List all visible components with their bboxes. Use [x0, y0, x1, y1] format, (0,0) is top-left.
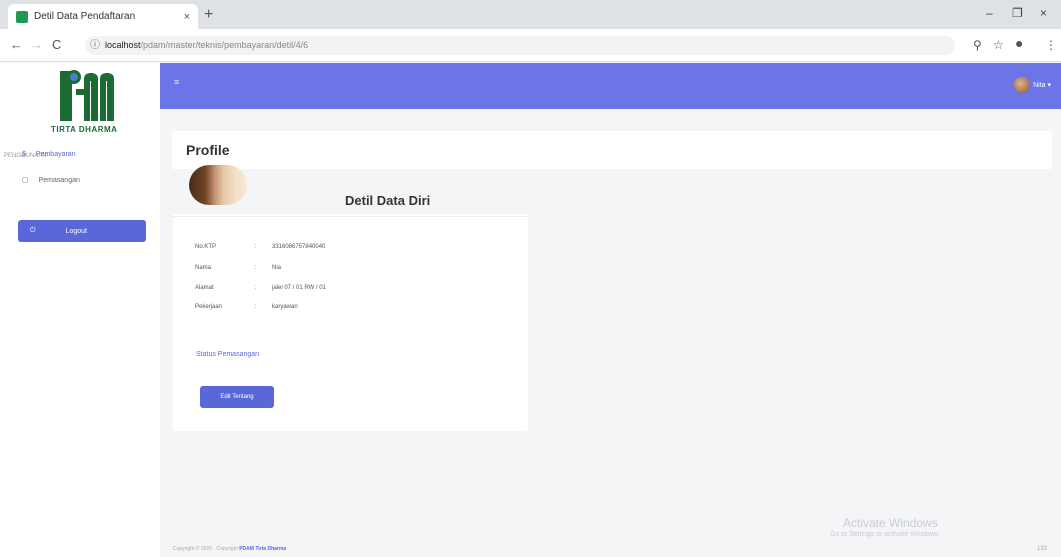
field-colon: : — [255, 304, 257, 310]
field-label: No.KTP — [195, 244, 217, 250]
url-input[interactable]: ⓘ localhost/pdam/master/teknis/pembayara… — [85, 36, 955, 55]
logout-label: Logout — [65, 227, 87, 235]
close-window-button[interactable]: × — [1040, 6, 1047, 20]
logo-text: TIRTA DHARMA — [51, 125, 118, 134]
windows-watermark-subtitle: Go to Settings to activate Windows. — [830, 531, 941, 538]
tab-close-icon[interactable]: × — [184, 11, 190, 23]
reload-icon[interactable]: C — [52, 37, 61, 52]
tab-title: Detil Data Pendaftaran — [34, 11, 136, 22]
footer-brand: PDAM Tirta Dharma — [239, 546, 287, 552]
field-row-pekerjaan: Pekerjaan : karyawan — [195, 304, 298, 310]
new-tab-button[interactable]: + — [204, 6, 213, 24]
sidebar-item-pemasangan[interactable]: ▢ Pemasangan — [0, 169, 160, 191]
edit-button[interactable]: Edit Tentang — [200, 386, 274, 408]
menu-toggle-icon[interactable]: ≡ — [174, 77, 179, 87]
sidebar-item-pembayaran[interactable]: $ Pembayaran — [0, 143, 160, 165]
status-pemasangan-link[interactable]: Status Pemasangan — [196, 351, 259, 358]
field-label: Nama — [195, 265, 212, 271]
windows-watermark-title: Activate Windows — [843, 516, 938, 530]
maximize-button[interactable]: ❐ — [1012, 6, 1023, 20]
browser-address-bar: ← → C ⓘ localhost/pdam/master/teknis/pem… — [0, 29, 1061, 62]
user-menu[interactable]: Nita ▾ — [1014, 77, 1051, 93]
favicon-icon — [16, 10, 28, 23]
document-icon: ▢ — [22, 177, 29, 184]
chevron-down-icon: ▾ — [1045, 82, 1051, 89]
field-colon: : — [255, 265, 257, 271]
browser-tabbar: Detil Data Pendaftaran × + – ❐ × — [0, 0, 1061, 29]
minimize-button[interactable]: – — [986, 6, 993, 20]
field-colon: : — [255, 285, 257, 291]
forward-icon[interactable]: → — [30, 37, 43, 52]
bookmark-star-icon[interactable]: ☆ — [993, 38, 1004, 52]
pdam-logo — [60, 70, 114, 121]
card-title: Detil Data Diri — [345, 193, 431, 208]
url-path: /pdam/master/teknis/pembayaran/detil/4/6 — [140, 40, 309, 50]
avatar — [1014, 77, 1031, 93]
url-host: localhost — [105, 40, 141, 50]
page-title: Profile — [186, 142, 230, 158]
page-title-bar: Profile — [172, 131, 1052, 169]
sidebar: TIRTA DHARMA PENGGUNAAN $ Pembayaran ▢ P… — [0, 63, 160, 557]
corner-text: 133 — [1037, 546, 1048, 552]
field-colon: : — [255, 244, 257, 250]
logout-button[interactable]: ⏻ Logout — [18, 220, 146, 242]
browser-menu-icon[interactable]: ⋮ — [1045, 38, 1057, 52]
zoom-icon[interactable]: ⚲ — [973, 38, 982, 52]
payment-icon: $ — [22, 150, 26, 158]
footer-text: Copyright © 2020 · Copyright — [173, 546, 238, 552]
back-icon[interactable]: ← — [10, 37, 23, 52]
card-divider — [173, 216, 528, 217]
top-navbar: ≡ Nita ▾ — [160, 63, 1061, 109]
profile-icon[interactable]: ● — [1015, 35, 1023, 51]
logout-icon: ⏻ — [30, 227, 36, 234]
profile-photo — [189, 165, 247, 205]
field-value: karyawan — [272, 304, 298, 310]
sidebar-item-label: Pemasangan — [38, 176, 80, 184]
field-value: jalei 07 / 01 RW / 01 — [272, 285, 326, 291]
user-name: Nita — [1033, 81, 1046, 89]
field-row-alamat: Alamat : jalei 07 / 01 RW / 01 — [195, 285, 326, 291]
field-label: Alamat — [195, 285, 214, 291]
info-icon: ⓘ — [90, 40, 100, 51]
field-row-nama: Nama : Nia — [195, 265, 281, 271]
sidebar-item-label: Pembayaran — [35, 150, 76, 158]
browser-tab[interactable]: Detil Data Pendaftaran × — [8, 4, 198, 29]
field-label: Pekerjaan — [195, 304, 223, 310]
field-row-ktp: No.KTP : 3316086757840040 — [195, 244, 325, 250]
field-value: 3316086757840040 — [272, 244, 326, 250]
field-value: Nia — [272, 265, 282, 271]
footer: Copyright © 2020 · Copyright PDAM Tirta … — [173, 546, 286, 552]
